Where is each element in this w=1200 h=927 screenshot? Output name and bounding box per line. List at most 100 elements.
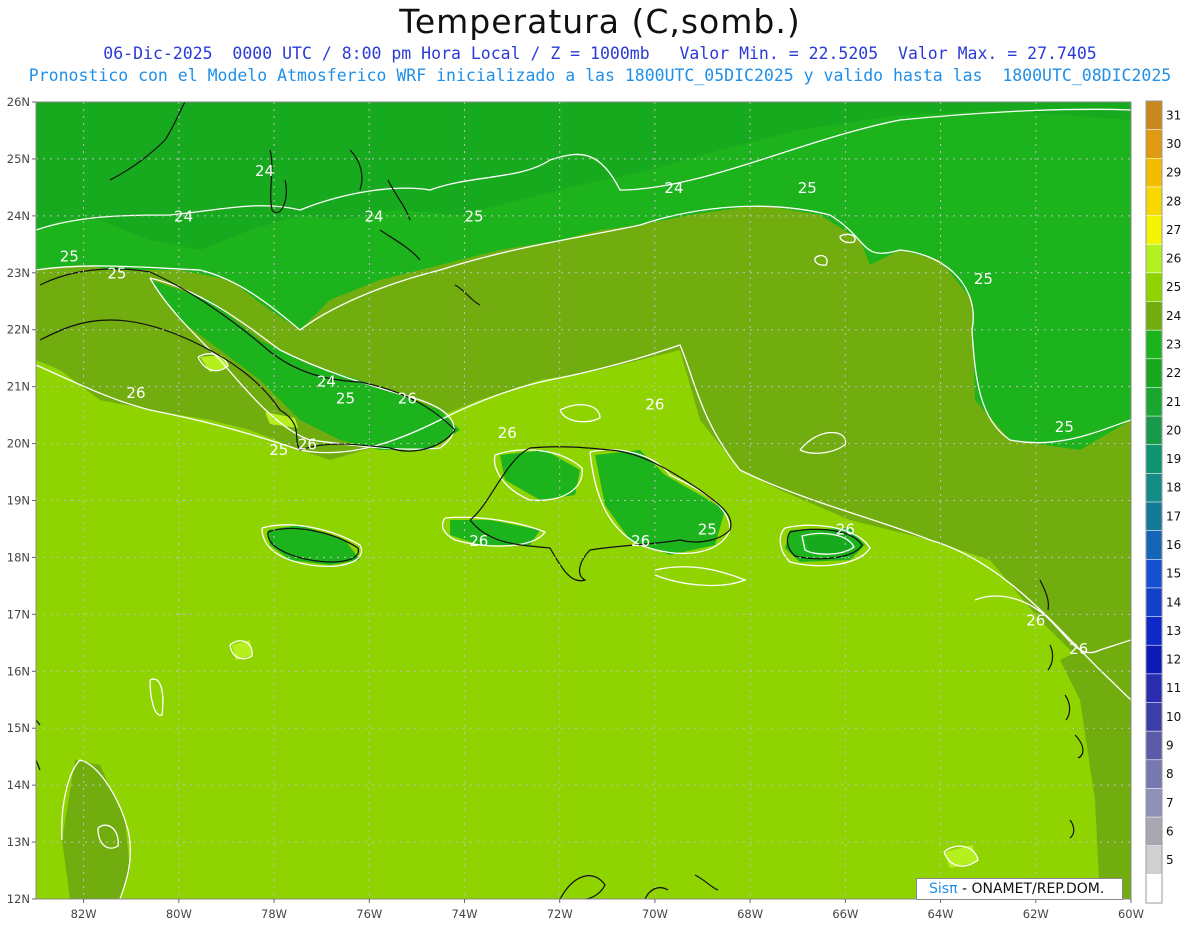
credit-box: Sisπ - ONAMET/REP.DOM. [916, 878, 1123, 900]
lat-label-25N: 25N [7, 152, 30, 166]
colorbar-swatch [1146, 502, 1162, 532]
contour-label: 26 [298, 435, 317, 453]
contour-label: 26 [469, 532, 488, 550]
colorbar-label-12: 12 [1166, 653, 1181, 667]
colorbar-swatch [1146, 616, 1162, 646]
colorbar-label-15: 15 [1166, 567, 1181, 581]
contour-label: 24 [364, 208, 383, 226]
lon-label-72W: 72W [547, 907, 573, 921]
colorbar-label-31: 31 [1166, 108, 1181, 122]
colorbar-label-5: 5 [1166, 853, 1174, 867]
longitude-labels: 82W 80W 78W 76W 74W 72W 70W 68W 66W 64W 62W 60W [71, 899, 1144, 921]
credit-org: - ONAMET/REP.DOM. [957, 881, 1105, 897]
lat-label-16N: 16N [7, 664, 30, 678]
colorbar-swatch [1146, 731, 1162, 761]
lon-label-60W: 60W [1118, 907, 1144, 921]
contour-label: 26 [498, 424, 517, 442]
latitude-labels: 12N 13N 14N 15N 16N 17N 18N 19N 20N 21N 22N 23N 24N 2… [7, 95, 36, 906]
colorbar-swatch [1146, 587, 1162, 618]
colorbar-label-8: 8 [1166, 767, 1174, 781]
contour-label: 25 [107, 264, 126, 282]
lon-label-62W: 62W [1023, 907, 1049, 921]
lon-label-70W: 70W [642, 907, 668, 921]
colorbar-swatch [1146, 272, 1162, 302]
colorbar-label-25: 25 [1166, 280, 1181, 294]
contour-label: 26 [1069, 640, 1088, 658]
colorbar-swatch [1146, 559, 1162, 589]
lat-label-24N: 24N [7, 209, 30, 223]
colorbar-label-10: 10 [1166, 710, 1181, 724]
colorbar-label-23: 23 [1166, 337, 1181, 351]
lat-label-13N: 13N [7, 835, 30, 849]
colorbar-label-16: 16 [1166, 538, 1181, 552]
lon-label-74W: 74W [451, 907, 477, 921]
temperature-map: 82W 80W 78W 76W 74W 72W 70W 68W 66W 64W 62W 60W 12N… [7, 95, 1182, 921]
lat-label-19N: 19N [7, 494, 30, 508]
colorbar-swatch [1146, 530, 1162, 560]
colorbar-swatch [1146, 874, 1162, 904]
colorbar-label-28: 28 [1166, 194, 1181, 208]
lon-label-66W: 66W [832, 907, 858, 921]
contour-label: 24 [317, 373, 336, 391]
lat-label-26N: 26N [7, 95, 30, 109]
contour-label: 25 [464, 208, 483, 226]
contour-label: 25 [269, 441, 288, 459]
lat-label-17N: 17N [7, 607, 30, 621]
contour-label: 25 [798, 179, 817, 197]
colorbar-label-22: 22 [1166, 366, 1181, 380]
lat-label-20N: 20N [7, 437, 30, 451]
colorbar-label-17: 17 [1166, 509, 1181, 523]
colorbar-swatch [1146, 158, 1162, 188]
lat-label-23N: 23N [7, 266, 30, 280]
colorbar-label-27: 27 [1166, 223, 1181, 237]
colorbar-label-20: 20 [1166, 423, 1181, 437]
colorbar-swatch [1146, 673, 1162, 703]
colorbar-swatch [1146, 186, 1162, 217]
colorbar: 31 30 29 28 27 26 25 24 23 22 21 20 19 18 17 16 15 14 13 12… [1145, 100, 1181, 904]
contour-label: 26 [126, 384, 145, 402]
colorbar-label-6: 6 [1166, 824, 1174, 838]
colorbar-swatch [1146, 759, 1162, 789]
lat-label-22N: 22N [7, 323, 30, 337]
lon-label-64W: 64W [928, 907, 954, 921]
colorbar-label-13: 13 [1166, 624, 1181, 638]
contour-label: 26 [631, 532, 650, 550]
contour-label: 25 [698, 521, 717, 539]
colorbar-swatch [1146, 702, 1162, 732]
lon-label-76W: 76W [356, 907, 382, 921]
contour-label: 25 [60, 247, 79, 265]
contour-label: 24 [664, 179, 683, 197]
lat-label-21N: 21N [7, 380, 30, 394]
colorbar-label-24: 24 [1166, 309, 1181, 323]
colorbar-swatch [1146, 845, 1162, 875]
colorbar-swatch [1146, 444, 1162, 474]
colorbar-label-14: 14 [1166, 595, 1181, 609]
colorbar-swatch [1146, 330, 1162, 360]
lat-label-15N: 15N [7, 721, 30, 735]
colorbar-label-7: 7 [1166, 796, 1174, 810]
lat-label-12N: 12N [7, 892, 30, 906]
colorbar-label-9: 9 [1166, 738, 1174, 752]
colorbar-swatch [1146, 473, 1162, 503]
colorbar-swatch [1146, 215, 1162, 245]
colorbar-label-30: 30 [1166, 137, 1181, 151]
colorbar-swatch [1146, 129, 1162, 159]
colorbar-label-18: 18 [1166, 481, 1181, 495]
contour-label: 24 [255, 162, 274, 180]
colorbar-swatch [1146, 788, 1162, 818]
colorbar-label-26: 26 [1166, 252, 1181, 266]
lon-label-80W: 80W [166, 907, 192, 921]
colorbar-swatch [1146, 416, 1162, 446]
contour-label: 24 [174, 208, 193, 226]
colorbar-label-29: 29 [1166, 166, 1181, 180]
contour-label: 26 [645, 395, 664, 413]
contour-label: 26 [836, 521, 855, 539]
lat-label-18N: 18N [7, 550, 30, 564]
colorbar-swatch [1146, 101, 1162, 131]
contour-label: 26 [1026, 612, 1045, 630]
colorbar-swatch [1146, 244, 1162, 274]
colorbar-swatch [1146, 358, 1162, 388]
colorbar-label-19: 19 [1166, 452, 1181, 466]
colorbar-swatch [1146, 387, 1162, 417]
contour-label: 25 [1055, 418, 1074, 436]
